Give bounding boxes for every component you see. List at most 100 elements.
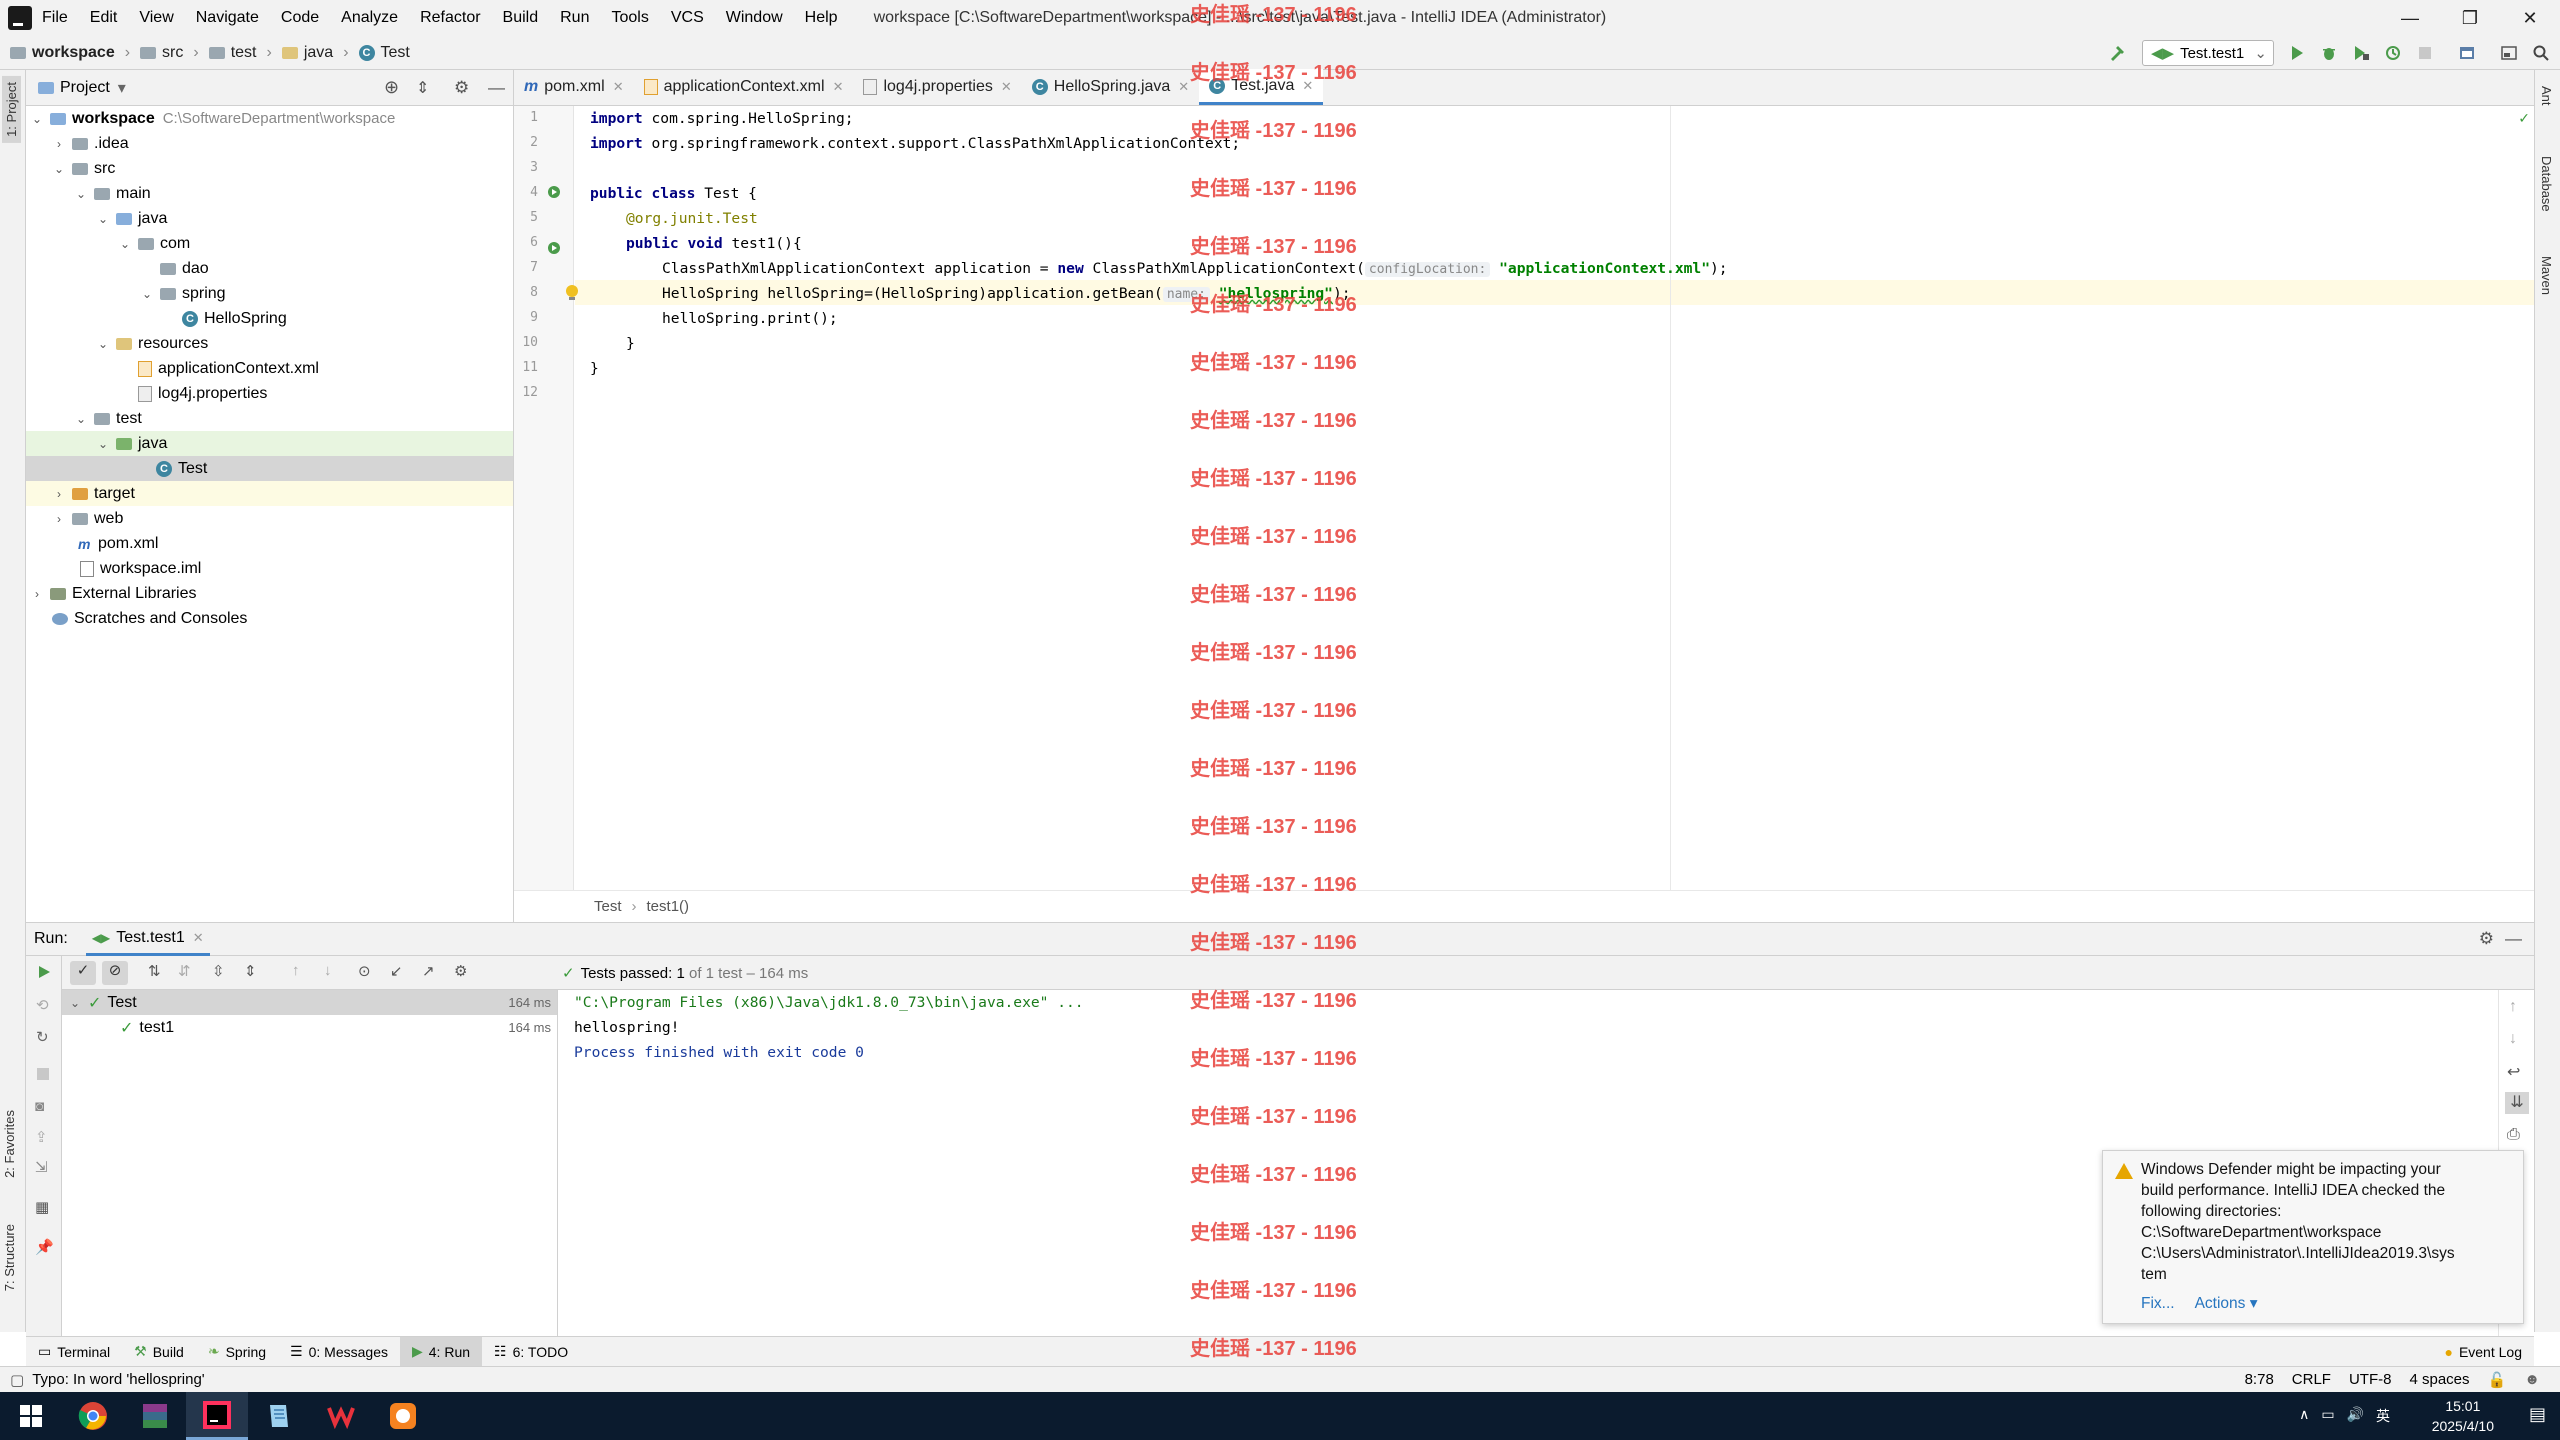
- sort-by-duration-icon[interactable]: ⇵: [178, 962, 191, 980]
- stop-icon[interactable]: [2416, 44, 2434, 62]
- gear-icon[interactable]: ⚙: [2479, 929, 2494, 949]
- menu-tools[interactable]: Tools: [611, 9, 648, 27]
- tree-item[interactable]: ⌄ spring: [26, 281, 513, 306]
- close-tab-icon[interactable]: ✕: [833, 79, 844, 95]
- print-icon[interactable]: ⎙: [2507, 1126, 2520, 1144]
- close-tab-icon[interactable]: ✕: [1001, 79, 1012, 95]
- intention-bulb-icon[interactable]: [564, 284, 580, 302]
- show-hidden-icons-icon[interactable]: ∧: [2299, 1406, 2309, 1426]
- stop-icon[interactable]: [37, 1068, 49, 1080]
- input-method-indicator[interactable]: 英: [2376, 1406, 2390, 1426]
- tool-tab-project[interactable]: 1: Project: [2, 76, 21, 143]
- profiler-icon[interactable]: [2384, 44, 2402, 62]
- history-icon[interactable]: ⊙: [358, 962, 371, 980]
- caret-position[interactable]: 8:78: [2245, 1371, 2274, 1388]
- menu-navigate[interactable]: Navigate: [196, 9, 259, 27]
- file-encoding[interactable]: UTF-8: [2349, 1371, 2392, 1388]
- run-icon[interactable]: [2288, 44, 2306, 62]
- menu-edit[interactable]: Edit: [90, 9, 118, 27]
- tool-tab-maven[interactable]: Maven: [2539, 256, 2554, 295]
- menu-vcs[interactable]: VCS: [671, 9, 704, 27]
- tab-applicationcontext-xml[interactable]: applicationContext.xml ✕: [634, 69, 854, 105]
- tab-pom-xml[interactable]: m pom.xml ✕: [514, 69, 634, 105]
- code-editor[interactable]: 1 2 3 4 5 6 7 8 9 10 11 12 import com.sp…: [514, 106, 2534, 890]
- next-failed-icon[interactable]: ↓: [324, 962, 332, 979]
- run-tab-test-test1[interactable]: ◀▶ Test.test1 ✕: [85, 922, 210, 956]
- tool-tab-favorites[interactable]: 2: Favorites: [2, 1110, 17, 1178]
- tool-tab-spring[interactable]: ❧ Spring: [196, 1337, 278, 1367]
- tool-tab-build[interactable]: ⚒ Build: [122, 1337, 196, 1367]
- taskbar-intellij[interactable]: [186, 1392, 248, 1440]
- project-view-select[interactable]: Project: [60, 79, 110, 97]
- tool-tab-run[interactable]: ▶ 4: Run: [399, 1336, 483, 1367]
- lock-icon[interactable]: 🔓: [2488, 1371, 2507, 1389]
- tab-hellospring-java[interactable]: C HelloSpring.java ✕: [1022, 69, 1199, 105]
- breadcrumb-test-class[interactable]: C Test: [358, 44, 410, 62]
- tree-item[interactable]: ⌄ main: [26, 181, 513, 206]
- show-passed-icon[interactable]: ✓: [70, 961, 96, 985]
- scroll-down-icon[interactable]: ↓: [2509, 1030, 2517, 1048]
- taskbar-clock[interactable]: 15:01 2025/4/10: [2432, 1396, 2494, 1436]
- show-ignored-icon[interactable]: ⊘: [102, 961, 128, 985]
- tool-tab-todo[interactable]: ☷ 6: TODO: [482, 1337, 580, 1367]
- breadcrumb-test[interactable]: test ›: [208, 44, 272, 62]
- close-tab-icon[interactable]: ✕: [1178, 79, 1189, 95]
- taskbar-app-orange[interactable]: [372, 1392, 434, 1440]
- start-button[interactable]: [0, 1392, 62, 1440]
- project-structure-icon[interactable]: [2458, 44, 2476, 62]
- menu-run[interactable]: Run: [560, 9, 589, 27]
- rerun-icon[interactable]: [36, 964, 52, 980]
- hide-icon[interactable]: —: [488, 78, 505, 98]
- restore-button[interactable]: ❐: [2440, 0, 2500, 36]
- tree-item[interactable]: ⌄ workspace C:\SoftwareDepartment\workspac…: [26, 106, 513, 131]
- actions-link[interactable]: Actions ▾: [2195, 1295, 2258, 1312]
- tree-item[interactable]: ⌄ src: [26, 156, 513, 181]
- soft-wrap-icon[interactable]: ↩: [2507, 1062, 2520, 1082]
- tool-tab-ant[interactable]: Ant: [2539, 86, 2554, 106]
- volume-icon[interactable]: 🔊: [2347, 1406, 2364, 1426]
- run-test-class-gutter-icon[interactable]: [546, 184, 562, 200]
- tree-item[interactable]: › External Libraries: [26, 581, 513, 606]
- tab-log4j-properties[interactable]: log4j.properties ✕: [853, 69, 1021, 105]
- scroll-to-end-icon[interactable]: ⇊: [2505, 1092, 2529, 1114]
- editor-crumb-method[interactable]: test1(): [647, 898, 690, 915]
- event-log-button[interactable]: ● Event Log: [2432, 1337, 2534, 1367]
- menu-build[interactable]: Build: [503, 9, 539, 27]
- close-tab-icon[interactable]: ✕: [613, 79, 624, 95]
- tree-item[interactable]: ⌄ com: [26, 231, 513, 256]
- hide-icon[interactable]: —: [2505, 929, 2522, 949]
- menu-help[interactable]: Help: [805, 9, 838, 27]
- import-icon[interactable]: ⇲: [35, 1158, 48, 1176]
- hector-icon[interactable]: ☻: [2524, 1371, 2540, 1388]
- previous-failed-icon[interactable]: ↑: [292, 962, 300, 979]
- run-with-coverage-icon[interactable]: [2352, 44, 2370, 62]
- tree-item[interactable]: › web: [26, 506, 513, 531]
- taskbar-wps[interactable]: [310, 1392, 372, 1440]
- pin-icon[interactable]: 📌: [35, 1238, 54, 1256]
- breadcrumb-workspace[interactable]: workspace ›: [10, 44, 130, 62]
- build-hammer-icon[interactable]: [2108, 44, 2126, 62]
- toggle-autotest-icon[interactable]: ↻: [36, 1028, 49, 1046]
- network-icon[interactable]: ▭: [2321, 1406, 2334, 1426]
- breadcrumb-java[interactable]: java ›: [281, 44, 349, 62]
- tree-item[interactable]: › target: [26, 481, 513, 506]
- line-separator[interactable]: CRLF: [2292, 1371, 2331, 1388]
- import-tests-icon[interactable]: ↙: [390, 962, 403, 980]
- tree-item[interactable]: Scratches and Consoles: [26, 606, 513, 631]
- scroll-up-icon[interactable]: ↑: [2509, 998, 2517, 1016]
- run-test-method-gutter-icon[interactable]: [546, 240, 562, 256]
- camera-icon[interactable]: ◙: [35, 1098, 44, 1115]
- tool-tab-terminal[interactable]: ▭ Terminal: [26, 1337, 122, 1367]
- close-button[interactable]: ✕: [2500, 0, 2560, 36]
- export-icon[interactable]: ⇪: [35, 1128, 48, 1146]
- tree-item[interactable]: ⌄ test: [26, 406, 513, 431]
- collapse-all-icon[interactable]: ⇕: [416, 78, 429, 98]
- debug-icon[interactable]: [2320, 44, 2338, 62]
- locate-icon[interactable]: ⊕: [384, 77, 399, 98]
- tree-item-selected[interactable]: C Test: [26, 456, 513, 481]
- menu-analyze[interactable]: Analyze: [341, 9, 398, 27]
- menu-file[interactable]: File: [42, 9, 68, 27]
- tree-item[interactable]: C HelloSpring: [26, 306, 513, 331]
- fix-link[interactable]: Fix...: [2141, 1295, 2175, 1312]
- test-tree-item-test[interactable]: ⌄ ✓ Test 164 ms: [62, 990, 557, 1015]
